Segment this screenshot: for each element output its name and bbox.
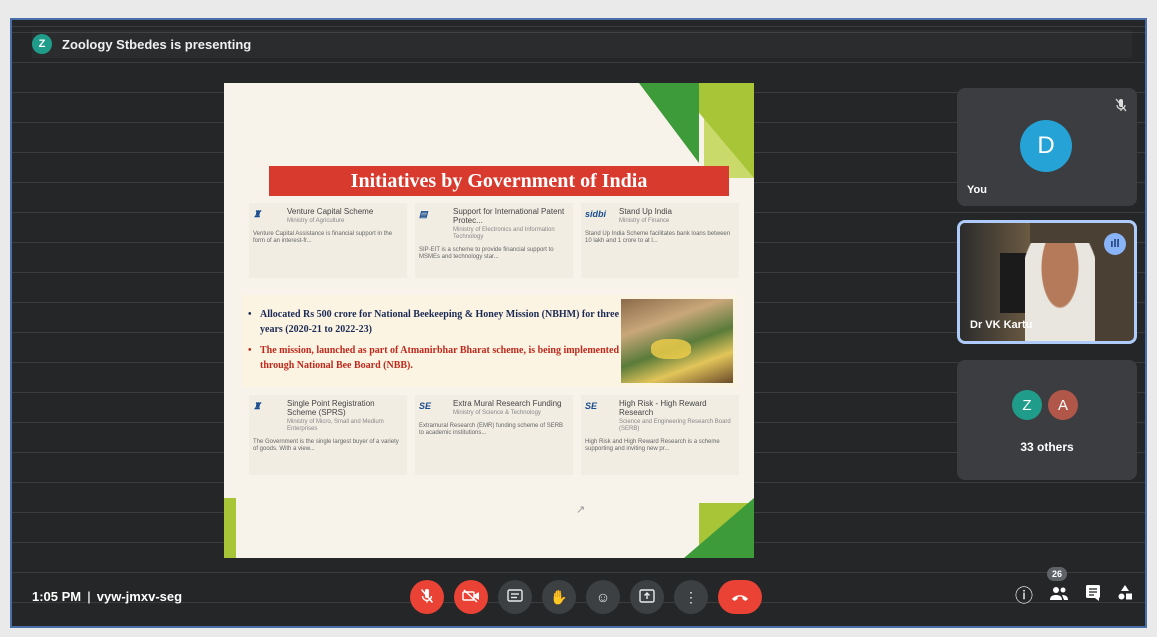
participant-tile-others[interactable]: Z A 33 others — [957, 360, 1137, 480]
slide-decoration — [224, 498, 236, 558]
camera-button[interactable] — [454, 580, 488, 614]
schemes-bottom-row: ♜ Single Point Registration Scheme (SPRS… — [249, 395, 739, 475]
scheme-name: Single Point Registration Scheme (SPRS) — [287, 399, 375, 418]
activities-button[interactable] — [1117, 584, 1133, 607]
pointer-icon: ↗ — [576, 504, 586, 516]
scheme-name: High Risk - High Reward Research — [619, 399, 707, 418]
chat-icon — [1085, 584, 1101, 606]
others-avatars: Z A — [1012, 390, 1078, 420]
scheme-ministry: Ministry of Agriculture — [287, 218, 345, 225]
scheme-card: sidbi Stand Up India Ministry of Finance… — [581, 203, 739, 278]
beekeeping-photo — [621, 299, 733, 383]
emoji-icon: ☺ — [595, 589, 611, 605]
presentation-slide: Initiatives by Government of India ♜ Ven… — [224, 83, 754, 558]
scheme-ministry: Ministry of Science & Technology — [453, 410, 541, 417]
scheme-ministry: Ministry of Electronics and Information … — [453, 227, 555, 241]
presenter-banner: Z Zoology Stbedes is presenting — [32, 30, 1132, 58]
meeting-code: vyw-jmxv-seg — [96, 589, 183, 604]
hang-up-icon — [730, 589, 750, 605]
bullet-point: • The mission, launched as part of Atman… — [248, 343, 623, 373]
meet-window: Z Zoology Stbedes is presenting Initiati… — [10, 18, 1147, 628]
participant-name: You — [967, 184, 987, 196]
call-controls: ✋ ☺ ⋮ — [410, 580, 762, 614]
chat-button[interactable] — [1085, 584, 1101, 607]
camera-off-icon — [462, 588, 480, 606]
scheme-card: SE High Risk - High Reward Research Scie… — [581, 395, 739, 475]
scheme-ministry: Science and Engineering Research Board (… — [619, 419, 731, 433]
meeting-time: 1:05 PM — [32, 589, 82, 604]
scheme-card: ♜ Venture Capital Scheme Ministry of Agr… — [249, 203, 407, 278]
microphone-button[interactable] — [410, 580, 444, 614]
scheme-card: ▤ Support for International Patent Prote… — [415, 203, 573, 278]
scheme-ministry: Ministry of Micro, Small and Medium Ente… — [287, 419, 384, 433]
participant-avatar: A — [1048, 390, 1078, 420]
present-button[interactable] — [630, 580, 664, 614]
captions-button[interactable] — [498, 580, 532, 614]
scheme-description: High Risk and High Reward Research is a … — [585, 439, 720, 453]
raise-hand-icon: ✋ — [550, 588, 568, 605]
slide-decoration — [684, 498, 754, 558]
participant-video — [1025, 243, 1095, 341]
emblem-icon: ♜ — [253, 401, 262, 411]
scheme-description: Venture Capital Assistance is financial … — [253, 231, 393, 244]
serb-logo-icon: SE — [419, 401, 432, 411]
more-options-button[interactable]: ⋮ — [674, 580, 708, 614]
mic-off-icon — [1115, 98, 1127, 115]
scheme-ministry: Ministry of Finance — [619, 218, 670, 225]
people-count-badge: 26 — [1047, 566, 1068, 581]
scheme-description: SIP-EIT is a scheme to provide financial… — [419, 247, 554, 261]
meeting-details: 1:05 PM | vyw-jmxv-seg — [32, 589, 182, 604]
scheme-name: Extra Mural Research Funding — [453, 399, 562, 408]
bullet-text: Allocated Rs 500 crore for National Beek… — [260, 309, 620, 335]
scheme-card: SE Extra Mural Research Funding Ministry… — [415, 395, 573, 475]
others-count: 33 others — [1020, 440, 1074, 454]
speaking-indicator-icon: ıll — [1104, 233, 1126, 255]
scheme-name: Stand Up India — [619, 207, 672, 216]
scheme-description: Stand Up India Scheme facilitates bank l… — [585, 231, 731, 244]
sidbi-logo-icon: sidbi — [585, 209, 607, 219]
presenter-label: Zoology Stbedes is presenting — [62, 36, 252, 52]
bullet-dot-icon: • — [248, 309, 252, 320]
emblem-icon: ♜ — [253, 209, 262, 219]
meeting-separator: | — [87, 589, 91, 604]
bullet-dot-icon: • — [248, 345, 252, 356]
people-button[interactable]: 26 — [1047, 566, 1069, 606]
raise-hand-button[interactable]: ✋ — [542, 580, 576, 614]
slide-title: Initiatives by Government of India — [269, 166, 729, 196]
slide-decoration — [639, 83, 699, 163]
mic-off-icon — [420, 588, 434, 607]
participant-tile-speaker[interactable]: ıll Dr VK Kartu — [957, 220, 1137, 344]
you-avatar: D — [1020, 120, 1072, 172]
participant-avatar: Z — [1012, 390, 1042, 420]
activities-icon — [1117, 584, 1133, 606]
present-screen-icon — [639, 588, 655, 606]
more-options-icon: ⋮ — [684, 588, 698, 605]
captions-icon — [507, 589, 523, 605]
bullet-text: The mission, launched as part of Atmanir… — [260, 345, 619, 371]
scheme-name: Venture Capital Scheme — [287, 207, 374, 216]
side-panel-controls: ⓘ 26 — [1015, 566, 1133, 608]
participant-name: Dr VK Kartu — [970, 319, 1033, 331]
ministry-logo-icon: ▤ — [419, 209, 428, 219]
leave-call-button[interactable] — [718, 580, 762, 614]
meeting-info-button[interactable]: ⓘ — [1015, 582, 1033, 608]
people-icon — [1049, 585, 1069, 605]
scheme-name: Support for International Patent Protec.… — [453, 207, 565, 226]
scheme-description: The Government is the single largest buy… — [253, 439, 399, 453]
nbhm-info-band: • Allocated Rs 500 crore for National Be… — [242, 295, 737, 387]
serb-logo-icon: SE — [585, 401, 598, 411]
emoji-button[interactable]: ☺ — [586, 580, 620, 614]
scheme-description: Extramural Research (EMR) funding scheme… — [419, 423, 564, 436]
scheme-card: ♜ Single Point Registration Scheme (SPRS… — [249, 395, 407, 475]
bullet-point: • Allocated Rs 500 crore for National Be… — [248, 307, 623, 337]
presenter-avatar: Z — [32, 34, 52, 54]
schemes-top-row: ♜ Venture Capital Scheme Ministry of Agr… — [249, 203, 739, 278]
info-icon: ⓘ — [1015, 586, 1033, 606]
participant-tile-you[interactable]: D You — [957, 88, 1137, 206]
